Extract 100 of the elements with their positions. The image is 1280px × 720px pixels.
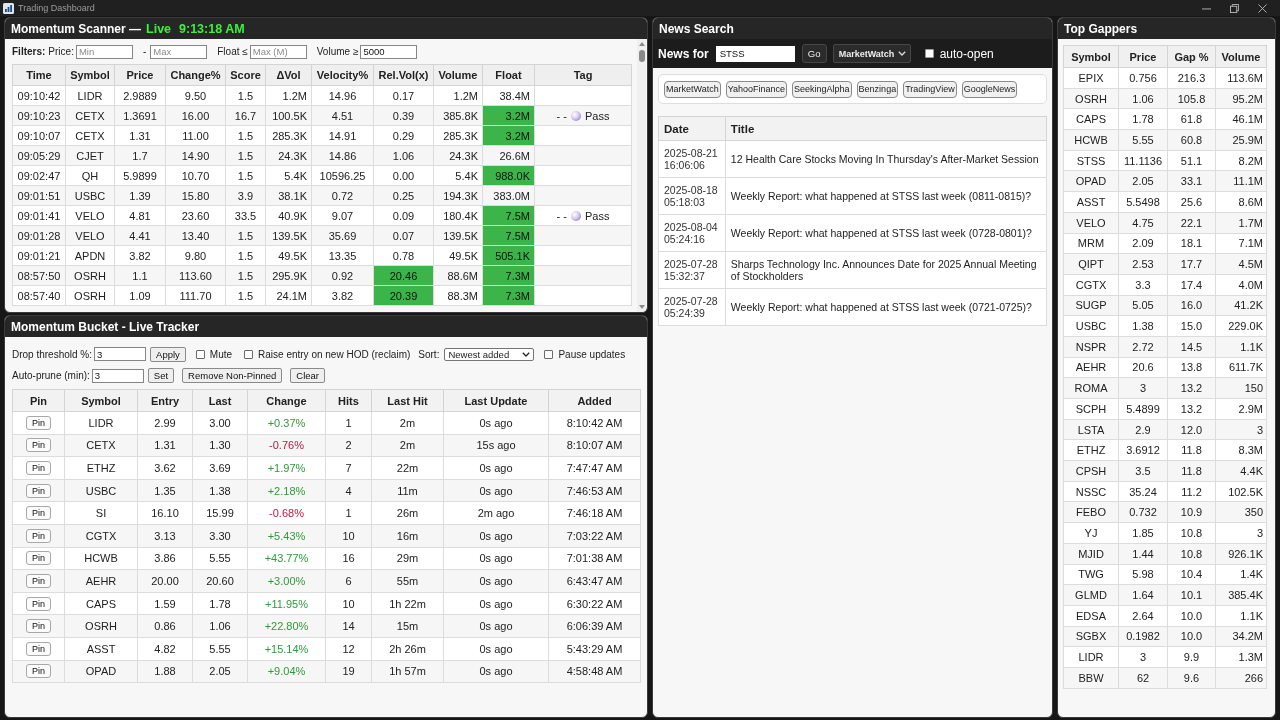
table-cell: 0.00 (373, 165, 434, 186)
headline-cell[interactable]: Weekly Report: what happened at STSS last week (0811-0815)? (725, 177, 1047, 215)
sort-dropdown[interactable]: Newest added (444, 347, 535, 361)
ticker-field[interactable]: STSS (715, 45, 795, 62)
source-dropdown[interactable]: MarketWatch (832, 44, 911, 63)
column-header[interactable]: Price (114, 64, 166, 86)
checkbox[interactable] (924, 49, 934, 58)
table-cell: 3.00 (192, 411, 248, 435)
source-button[interactable]: SeekingAlpha (792, 80, 852, 98)
checkbox-label: Mute (209, 348, 233, 360)
checkbox[interactable] (195, 349, 205, 359)
table-cell: 5.5498 (1118, 191, 1168, 213)
pin-button[interactable]: Pin (26, 664, 51, 679)
source-button[interactable]: YahooFinance (725, 80, 788, 98)
column-header[interactable]: Score (225, 64, 266, 86)
table-cell: 0s ago (443, 411, 549, 435)
headline-cell[interactable]: 12 Health Care Stocks Moving In Thursday's After-Market Session (725, 140, 1047, 178)
column-header[interactable]: Rel.Vol(x) (373, 64, 434, 86)
remove-non-pinned-button[interactable]: Remove Non-Pinned (182, 368, 283, 383)
clear-button[interactable]: Clear (290, 368, 325, 383)
tag-label: Pass (584, 209, 610, 222)
source-button[interactable]: GoogleNews (961, 80, 1018, 98)
headline-cell[interactable]: Weekly Report: what happened at STSS last week (0721-0725)? (725, 288, 1047, 326)
table-cell: 2.9M (1215, 398, 1267, 420)
table-cell: 0s ago (443, 592, 549, 615)
pin-button[interactable]: Pin (26, 438, 51, 453)
table-cell: 13.35 (311, 245, 374, 266)
table-cell: 38.4M (482, 85, 535, 106)
pin-button[interactable]: Pin (26, 506, 51, 521)
source-button[interactable]: TradingView (903, 80, 957, 98)
table-cell: 14.96 (311, 85, 374, 106)
table-cell: 0s ago (443, 547, 549, 570)
headline-cell[interactable]: Sharps Technology Inc. Announces Date for 2025 Annual Meeting of Stockholders (725, 251, 1047, 289)
column-header[interactable]: Last (192, 389, 248, 412)
table-cell: 4.0M (1215, 274, 1267, 296)
column-header[interactable]: Velocity% (311, 64, 374, 86)
close-icon[interactable] (1258, 3, 1267, 13)
table-cell: GLMD (1063, 584, 1119, 606)
column-header: Title (725, 116, 1047, 141)
column-header[interactable]: Hits (325, 389, 372, 412)
column-header[interactable]: Volume (1215, 45, 1267, 68)
column-header[interactable]: Price (1118, 45, 1168, 68)
table-cell: 49.5K (265, 245, 312, 266)
restore-icon[interactable] (1230, 3, 1239, 13)
column-header[interactable]: Volume (433, 64, 483, 86)
column-header[interactable]: Last Update (443, 389, 549, 412)
column-header[interactable]: Entry (137, 389, 193, 412)
min-price-field[interactable]: Min (75, 44, 133, 59)
checkbox[interactable] (244, 349, 254, 359)
table-cell: LSTA (1063, 419, 1119, 440)
pin-button[interactable]: Pin (26, 619, 51, 634)
column-header[interactable]: Time (12, 64, 66, 86)
caret-icon (897, 51, 906, 56)
column-header[interactable]: Change (247, 389, 326, 412)
min-volume-field[interactable]: 5000 (360, 44, 418, 59)
pin-button[interactable]: Pin (26, 461, 51, 475)
pin-button[interactable]: Pin (26, 415, 51, 430)
column-header[interactable]: Float (482, 64, 535, 86)
table-cell: 11.1136 (1118, 150, 1168, 171)
table-cell: 5.4K (265, 165, 312, 186)
checkbox[interactable] (544, 349, 554, 359)
auto-prune-field[interactable]: 3 (91, 368, 144, 383)
table-cell: 16.10 (137, 501, 193, 525)
pin-button[interactable]: Pin (26, 551, 51, 566)
max-price-field[interactable]: Max (150, 44, 208, 59)
column-header[interactable]: ΔVol (265, 64, 312, 86)
pin-button[interactable]: Pin (26, 573, 51, 588)
pin-button[interactable]: Pin (26, 483, 51, 498)
sphere-icon (570, 110, 581, 121)
pin-button[interactable]: Pin (26, 528, 51, 543)
source-button[interactable]: MarketWatch (664, 80, 721, 98)
column-header[interactable]: Last Hit (371, 389, 444, 412)
set-button[interactable]: Set (147, 368, 175, 383)
table-cell: 3.82 (311, 285, 374, 306)
column-header[interactable]: Tag (534, 64, 632, 86)
headline-cell[interactable]: Weekly Report: what happened at STSS last week (0728-0801)? (725, 214, 1047, 252)
column-header[interactable]: Symbol (64, 389, 138, 412)
column-header[interactable]: Change% (165, 64, 226, 86)
table-cell: 26m (371, 501, 444, 525)
scrollbar[interactable] (637, 39, 646, 312)
column-header[interactable]: Pin (12, 389, 65, 412)
go-button[interactable]: Go (801, 44, 827, 63)
column-header[interactable]: Added (548, 389, 641, 412)
max-float-field[interactable]: Max (M) (249, 44, 307, 59)
pin-button[interactable]: Pin (26, 596, 51, 611)
table-cell: 08:57:50 (12, 265, 66, 286)
drop-threshold-field[interactable]: 3 (94, 347, 147, 361)
column-header[interactable]: Gap % (1167, 45, 1216, 68)
table-cell: 2m (371, 411, 444, 435)
price-label: Price: (48, 46, 74, 57)
live-status: Live (146, 21, 172, 36)
table-cell: MRM (1063, 233, 1119, 254)
source-button[interactable]: Benzinga (856, 80, 899, 98)
news-for-label: News for (658, 46, 709, 61)
table-cell: 22m (371, 456, 444, 480)
column-header[interactable]: Symbol (65, 64, 115, 86)
apply-button[interactable]: Apply (150, 346, 186, 362)
column-header[interactable]: Symbol (1063, 45, 1119, 68)
table-cell: 61.8 (1167, 108, 1216, 130)
pin-button[interactable]: Pin (26, 641, 51, 656)
